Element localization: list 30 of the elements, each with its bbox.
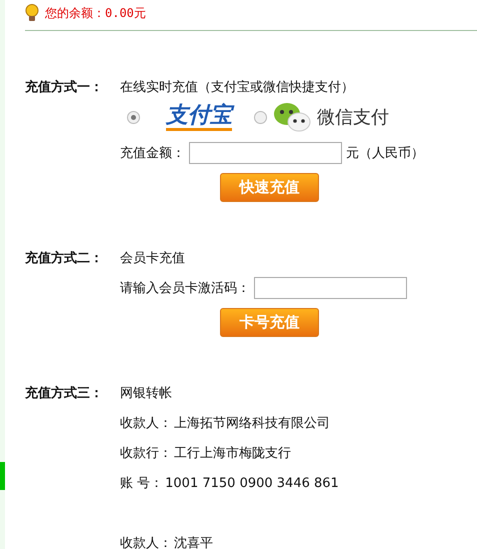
method-title: 网银转帐 <box>120 385 172 402</box>
recharge-button[interactable]: 快速充值 <box>220 173 319 202</box>
currency-unit: 元（人民币） <box>346 145 424 162</box>
field-value: 工行上海市梅陇支行 <box>174 445 291 462</box>
method-title: 会员卡充值 <box>120 250 185 267</box>
light-bulb-icon <box>25 4 39 22</box>
field-label: 账 号： <box>120 475 164 492</box>
amount-label: 充值金额： <box>120 145 185 162</box>
radio-button[interactable] <box>254 110 267 124</box>
field-label: 收款人： <box>120 415 172 432</box>
amount-field[interactable] <box>189 142 342 164</box>
balance-label: 您的余额： <box>45 4 105 22</box>
field-label: 收款行： <box>120 445 172 462</box>
radio-button[interactable] <box>127 110 140 124</box>
chat-bubbles-icon <box>273 102 311 132</box>
method-label: 充值方式一： <box>25 78 104 96</box>
alipay-logo: 支付宝 <box>166 104 232 130</box>
method-label: 充值方式二： <box>25 250 104 267</box>
method-title: 在线实时充值（支付宝或微信快捷支付） <box>120 79 354 96</box>
activation-code-label: 请输入会员卡激活码： <box>120 280 250 297</box>
field-label: 收款人： <box>120 535 172 549</box>
card-recharge-button[interactable]: 卡号充值 <box>220 308 319 337</box>
wechat-pay-label: 微信支付 <box>317 106 389 129</box>
field-value: 1001 7150 0900 3446 861 <box>165 476 339 490</box>
activation-code-field[interactable] <box>254 277 407 299</box>
balance-amount: 0.00元 <box>105 4 146 22</box>
scroll-marker <box>0 462 5 490</box>
field-value: 上海拓节网络科技有限公司 <box>174 415 330 432</box>
field-value: 沈喜平 <box>174 535 213 549</box>
method-label: 充值方式三： <box>25 384 104 402</box>
